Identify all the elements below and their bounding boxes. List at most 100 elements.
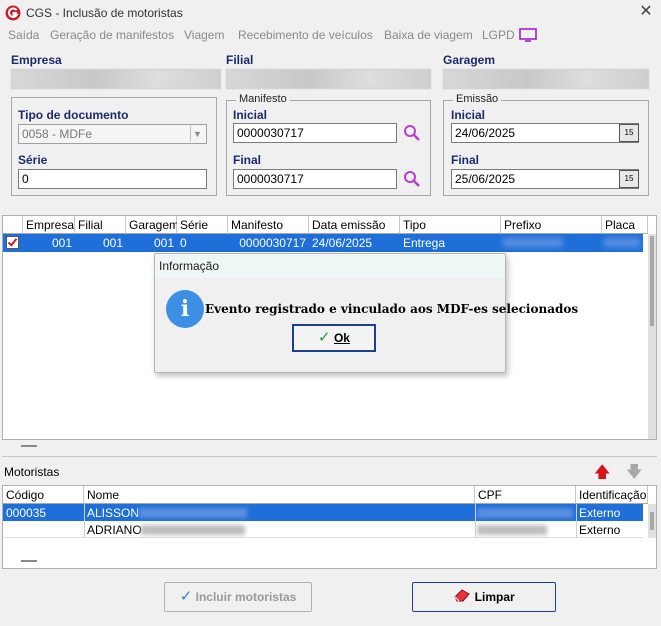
serie-label: Série <box>18 153 48 167</box>
garagem-field[interactable] <box>443 69 649 89</box>
manifesto-final-label: Final <box>233 153 262 167</box>
limpar-button[interactable]: Limpar <box>412 582 556 612</box>
column-header-garagem[interactable]: Garagem <box>126 216 179 234</box>
emissao-legend: Emissão <box>453 93 502 105</box>
info-icon: i <box>166 290 204 328</box>
dialog-message: Evento registrado e vinculado aos MDF-es… <box>205 302 579 316</box>
cell-empresa: 001 <box>51 236 72 250</box>
menu-saida[interactable]: Saída <box>8 28 39 42</box>
serie-input[interactable]: 0 <box>18 169 207 189</box>
emissao-inicial-label: Inicial <box>451 108 486 122</box>
manifesto-legend: Manifesto <box>236 93 290 105</box>
cell-identificacao: Externo <box>579 523 621 537</box>
tipo-documento-label: Tipo de documento <box>18 108 129 122</box>
menu-baixa-viagem[interactable]: Baixa de viagem <box>384 28 473 42</box>
cell-nome-redacted <box>139 508 247 518</box>
check-icon: ✓ <box>179 588 193 605</box>
cell-filial: 001 <box>102 236 123 250</box>
filial-label: Filial <box>226 53 254 67</box>
chevron-down-icon[interactable]: ▼ <box>190 126 204 142</box>
cell-tipo: Entrega <box>403 236 446 250</box>
cell-placa-redacted <box>604 238 640 247</box>
emissao-final-input[interactable]: 25/06/2025 <box>451 169 639 189</box>
resize-handle[interactable] <box>21 560 37 562</box>
menu-lgpd[interactable]: LGPD <box>482 28 515 42</box>
column-header-nome[interactable]: Nome <box>84 486 475 504</box>
manifesto-final-input[interactable]: 0000030717 <box>233 169 397 189</box>
ok-label: Ok <box>333 331 350 345</box>
dialog-title: Informação <box>155 254 505 278</box>
check-icon: ✓ <box>318 329 331 346</box>
cell-nome-redacted <box>141 525 245 535</box>
cell-garagem: 001 <box>153 236 174 250</box>
column-divider <box>576 504 577 538</box>
column-header-identificacao[interactable]: Identificação <box>576 486 648 504</box>
table-row[interactable]: 001 001 001 0 0000030717 24/06/2025 Entr… <box>3 234 643 252</box>
motoristas-label: Motoristas <box>4 465 60 479</box>
ok-button[interactable]: ✓ Ok <box>292 324 376 352</box>
move-up-arrow-icon[interactable]: 🡅 <box>594 461 610 488</box>
cell-nome: ADRIANO <box>87 523 142 537</box>
app-logo-icon <box>5 5 21 21</box>
cell-identificacao: Externo <box>579 506 621 520</box>
filial-field[interactable] <box>226 69 431 89</box>
scrollbar-thumb[interactable] <box>650 236 654 326</box>
column-header-empresa[interactable]: Empresa <box>23 216 75 234</box>
emissao-final-label: Final <box>451 153 480 167</box>
calendar-icon[interactable]: 15 <box>619 124 639 142</box>
column-header-codigo[interactable]: Código <box>3 486 84 504</box>
column-header-filial[interactable]: Filial <box>75 216 126 234</box>
tipo-documento-select[interactable]: 0058 - MDFe ▼ <box>18 124 207 144</box>
incluir-motoristas-button[interactable]: ✓ Incluir motoristas <box>164 582 312 612</box>
resize-handle[interactable] <box>21 445 37 447</box>
column-header-placa[interactable]: Placa <box>602 216 648 234</box>
tipo-documento-value: 0058 - MDFe <box>22 127 93 141</box>
column-header-check[interactable] <box>3 216 23 234</box>
close-icon[interactable]: ✕ <box>636 2 656 22</box>
manifesto-inicial-label: Inicial <box>233 108 268 122</box>
column-header-manifesto[interactable]: Manifesto <box>228 216 309 234</box>
table-row[interactable]: 000035 ALISSON Externo <box>3 504 643 521</box>
table-row[interactable]: ADRIANO Externo <box>3 521 643 538</box>
cell-data-emissao: 24/06/2025 <box>312 236 373 250</box>
cell-manifesto: 0000030717 <box>239 236 306 250</box>
column-header-serie[interactable]: Série <box>177 216 228 234</box>
motoristas-grid[interactable]: Código Nome CPF Identificação 000035 ALI… <box>2 485 657 569</box>
row-checkbox[interactable] <box>6 236 19 249</box>
vertical-scrollbar[interactable] <box>648 504 656 538</box>
cell-serie: 0 <box>180 236 187 250</box>
eraser-icon <box>453 584 471 612</box>
menu-geracao-manifestos[interactable]: Geração de manifestos <box>50 28 174 42</box>
search-icon[interactable] <box>403 124 421 145</box>
menu-recebimento-veiculos[interactable]: Recebimento de veículos <box>238 28 373 42</box>
cell-codigo: 000035 <box>6 506 47 520</box>
monitor-icon[interactable] <box>519 28 537 45</box>
column-header-cpf[interactable]: CPF <box>475 486 576 504</box>
search-icon[interactable] <box>403 170 421 191</box>
motoristas-bar: Motoristas 🡅 🡇 <box>2 456 657 485</box>
cell-cpf-redacted <box>477 508 573 518</box>
window-title: CGS - Inclusão de motoristas <box>26 6 183 20</box>
title-bar: CGS - Inclusão de motoristas ✕ <box>0 0 661 26</box>
column-divider <box>475 504 476 538</box>
emissao-inicial-input[interactable]: 24/06/2025 <box>451 123 639 143</box>
move-down-arrow-icon[interactable]: 🡇 <box>626 461 642 488</box>
garagem-label: Garagem <box>443 53 496 67</box>
column-header-data-emissao[interactable]: Data emissão <box>309 216 400 234</box>
cell-cpf-redacted <box>477 525 547 535</box>
info-dialog: Informação i Evento registrado e vincula… <box>154 253 578 373</box>
vertical-scrollbar[interactable] <box>648 234 656 439</box>
column-header-tipo[interactable]: Tipo <box>400 216 501 234</box>
column-divider <box>84 504 85 538</box>
empresa-label: Empresa <box>11 53 62 67</box>
scrollbar-thumb[interactable] <box>650 512 654 530</box>
menu-viagem[interactable]: Viagem <box>184 28 224 42</box>
cell-nome: ALISSON <box>87 506 140 520</box>
column-header-prefixo[interactable]: Prefixo <box>501 216 602 234</box>
empresa-field[interactable] <box>11 69 221 89</box>
limpar-label: Limpar <box>474 590 515 604</box>
cell-prefixo-redacted <box>503 238 563 247</box>
cell-codigo <box>3 521 84 525</box>
calendar-icon[interactable]: 15 <box>619 170 639 188</box>
manifesto-inicial-input[interactable]: 0000030717 <box>233 123 397 143</box>
